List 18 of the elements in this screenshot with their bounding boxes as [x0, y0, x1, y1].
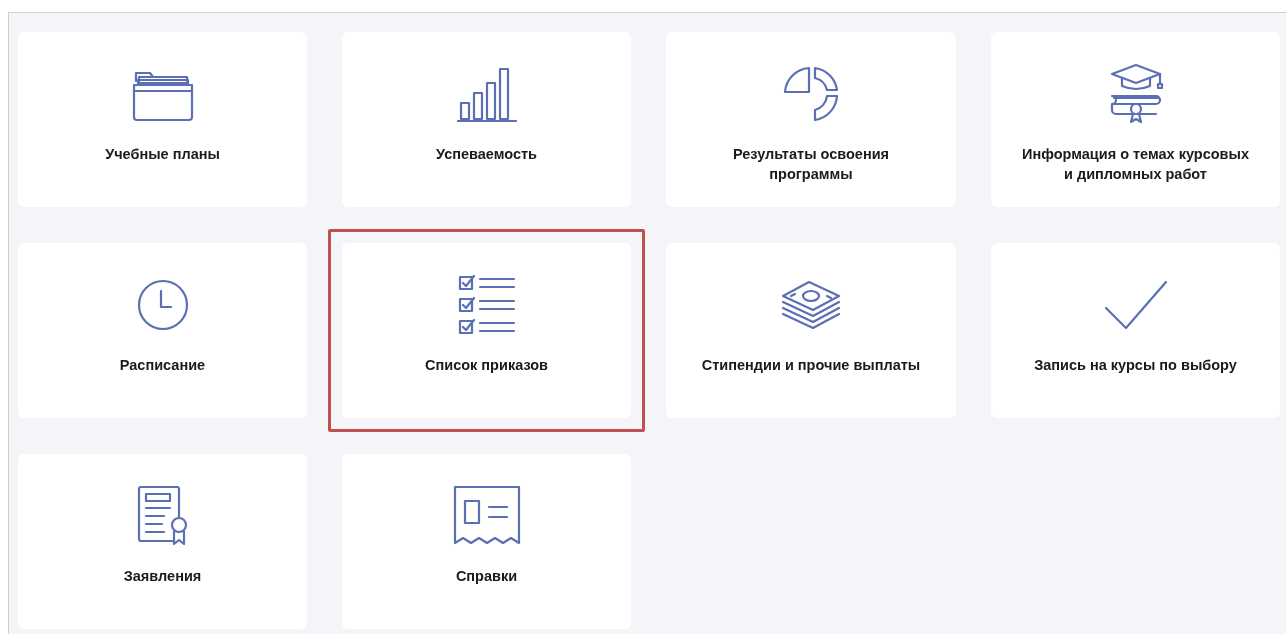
menu-tile[interactable]: Заявления	[18, 454, 307, 629]
checklist-icon	[457, 275, 516, 335]
menu-tile[interactable]: Успеваемость	[342, 32, 631, 207]
menu-tile[interactable]: Список приказов	[342, 243, 631, 418]
certificate-icon	[136, 485, 189, 547]
bar-chart-icon	[456, 65, 517, 123]
clock-icon	[135, 278, 190, 332]
menu-tile[interactable]: Стипендии и прочие выплаты	[666, 243, 956, 418]
check-mark-icon	[1102, 278, 1169, 332]
menu-tile[interactable]: Учебные планы	[18, 32, 307, 207]
menu-tile[interactable]: Расписание	[18, 243, 307, 418]
menu-tile[interactable]: Результаты освоения программы	[666, 32, 956, 207]
money-stack-icon	[779, 278, 843, 332]
menu-tile[interactable]: Информация о темах курсовых и дипломных работ	[991, 32, 1280, 207]
menu-tile[interactable]: Запись на курсы по выбору	[991, 243, 1280, 418]
pie-chart-icon	[781, 64, 841, 124]
receipt-icon	[452, 485, 521, 547]
menu-tile[interactable]: Справки	[342, 454, 631, 629]
